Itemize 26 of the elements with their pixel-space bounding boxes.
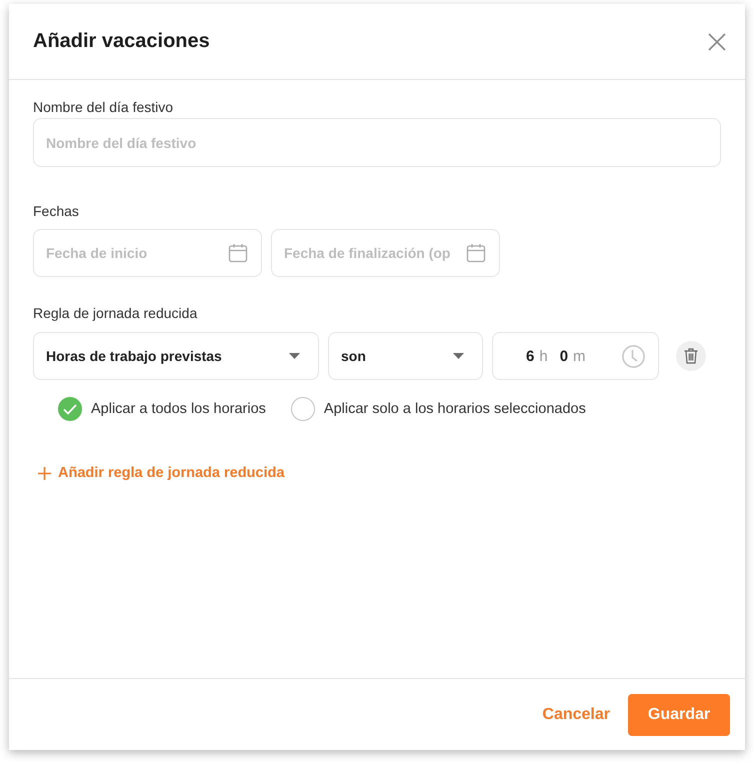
- plus-icon: [38, 466, 51, 480]
- radio-option[interactable]: Aplicar a todos los horarios: [58, 397, 266, 421]
- caret-icon: [289, 353, 300, 359]
- text-field[interactable]: Nombre del día festivo: [33, 118, 721, 167]
- minutes-value: 0: [560, 348, 568, 364]
- hours-unit: h: [539, 348, 548, 364]
- close-icon: [708, 32, 726, 50]
- dialog-title: Añadir vacaciones: [33, 30, 210, 53]
- field-label: Nombre del día festivo: [33, 98, 174, 116]
- field-label: Regla de jornada reducida: [33, 304, 198, 322]
- calendar-icon: [228, 243, 248, 263]
- operator-dropdown[interactable]: son: [328, 332, 483, 380]
- duration-field[interactable]: 6 h 0 m: [492, 332, 659, 380]
- calendar-icon: [466, 243, 486, 263]
- clock-icon: [622, 344, 645, 368]
- minutes-unit: m: [573, 348, 586, 364]
- hours-value: 6: [526, 348, 534, 364]
- close-button[interactable]: [708, 32, 726, 50]
- date-field[interactable]: Fecha de finalización (op: [271, 229, 500, 277]
- date-field[interactable]: Fecha de inicio: [33, 229, 262, 277]
- trash-icon: [684, 348, 698, 364]
- field-label: Fechas: [33, 202, 79, 220]
- condition-dropdown[interactable]: Horas de trabajo previstas: [33, 332, 319, 380]
- delete-button[interactable]: [676, 341, 706, 371]
- radio-option[interactable]: Aplicar solo a los horarios seleccionados: [290, 397, 586, 421]
- caret-icon: [453, 353, 464, 359]
